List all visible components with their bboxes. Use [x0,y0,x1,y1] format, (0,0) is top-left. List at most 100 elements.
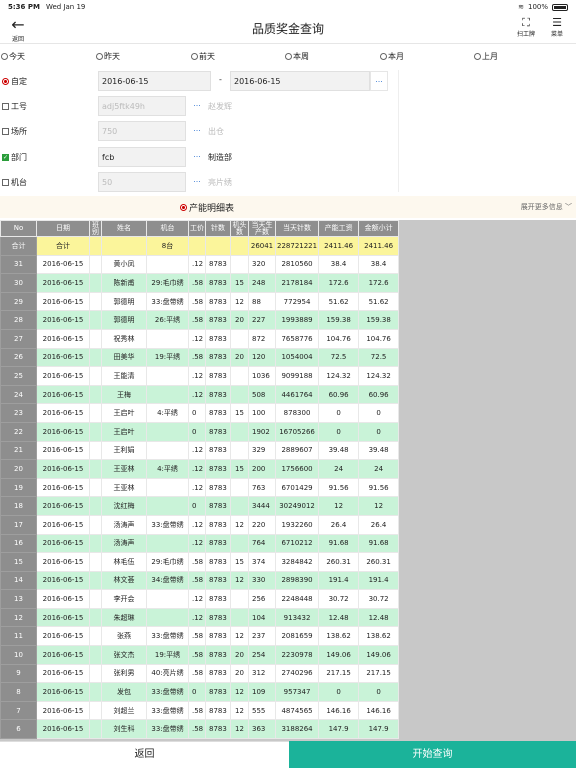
cell-date: 2016-06-15 [36,440,90,461]
site-picker-button[interactable]: ... [188,121,206,141]
worker-id-input[interactable]: adj5ftk49h [98,96,186,116]
dept-picker-button[interactable]: ... [188,147,206,167]
table-row[interactable]: 28 2016-06-15 郭德明 26:平绣 .58 8783 20 227 1993889 1… [0,310,400,330]
table-row[interactable]: 13 2016-06-15 李开会 .12 8783 256 2248448 30.72 30.… [0,589,400,609]
cell-qty: 248 [248,273,276,293]
table-row[interactable]: 11 2016-06-15 张燕 33:盘带绣 .58 8783 12 237 2081659 1… [0,626,400,647]
table-row[interactable]: 29 2016-06-15 郭德明 33:盘带绣 .58 8783 12 88 772954 51… [0,291,400,312]
table-row[interactable]: 8 2016-06-15 发包 33:盘带绣 0 8783 12 109 957347 0 0 [0,682,400,702]
cell-needles: 2889607 [274,440,320,461]
cell-subtotal: 138.62 [358,626,400,647]
cell-subtotal: 30.72 [358,589,400,609]
scan-badge-button[interactable]: ⛶ 扫工牌 [517,16,535,38]
cell-machine [146,384,189,405]
cell-qty: 320 [248,254,276,275]
table-row[interactable]: 16 2016-06-15 汤涛声 .12 8783 764 6710212 91.68 91.… [0,533,400,554]
cell-needles: 228721221 [274,236,320,256]
end-date-input[interactable]: 2016-06-15 [230,71,370,91]
table-row[interactable]: 30 2016-06-15 陈新甫 29:毛巾绣 .58 8783 15 248 2178184… [0,273,400,293]
capacity-table-container[interactable]: No 日期 班别 姓名 机台 工价 针数 机头数 当天生产数 当天针数 产能工资… [0,220,576,741]
table-row[interactable]: 24 2016-06-15 王梅 .12 8783 508 4461764 60.96 60.9… [0,384,400,405]
site-input[interactable]: 750 [98,121,186,141]
table-row[interactable]: 18 2016-06-15 沈红梅 0 8783 3444 30249012 12 12 [0,496,400,516]
machine-picker-button[interactable]: ... [188,172,206,192]
cell-date: 2016-06-15 [36,496,90,516]
table-row[interactable]: 23 2016-06-15 王启叶 4:平绣 0 8783 15 100 878300 0 0 [0,403,400,423]
option-label: 前天 [199,52,215,61]
cell-wage: 2411.46 [318,236,360,256]
cell-stitch: 8783 [205,514,231,535]
table-row[interactable]: 25 2016-06-15 王能清 .12 8783 1036 9099188 124.32 1… [0,366,400,386]
site-checkbox[interactable]: 场所 [2,126,27,137]
option-last-month[interactable]: 上月 [474,51,498,62]
option-day-before[interactable]: 前天 [191,51,215,62]
cell-heads: 20 [230,347,249,368]
cell-stitch: 8783 [205,421,231,442]
machine-checkbox[interactable]: 机台 [2,177,27,188]
cell-shift [89,533,102,554]
cell-shift [89,719,102,740]
cell-qty: 237 [248,626,276,647]
cell-shift [89,421,102,442]
table-row[interactable]: 9 2016-06-15 张利男 40:亮片绣 .58 8783 20 312 2740296 2… [0,663,400,684]
option-yesterday[interactable]: 昨天 [96,51,120,62]
table-row[interactable]: 7 2016-06-15 刘超兰 33:盘带绣 .58 8783 12 555 4874565 1… [0,700,400,721]
menu-button[interactable]: ☰ 菜单 [551,16,563,38]
table-row[interactable]: 10 2016-06-15 张文杰 19:平绣 .58 8783 20 254 2230978 1… [0,645,400,665]
col-stitch: 针数 [205,220,231,237]
option-this-week[interactable]: 本周 [285,51,309,62]
worker-checkbox[interactable]: 工号 [2,101,27,112]
cell-heads [230,421,249,442]
table-row[interactable]: 21 2016-06-15 王利娟 .12 8783 329 2889607 39.48 39.… [0,440,400,461]
table-row[interactable]: 22 2016-06-15 王启叶 0 8783 1902 16705266 0 0 [0,421,400,442]
cell-price: 0 [188,496,206,516]
start-query-button[interactable]: 开始查询 [289,741,576,768]
cell-needles: 2248448 [274,589,320,609]
dept-input[interactable]: fcb [98,147,186,167]
worker-picker-button[interactable]: ... [188,96,206,116]
cell-date: 2016-06-15 [36,347,90,368]
table-row[interactable]: 26 2016-06-15 田美华 19:平绣 .58 8783 20 120 1054004 7… [0,347,400,368]
table-row[interactable]: 14 2016-06-15 林文荟 34:盘带绣 .58 8783 12 330 2898390… [0,570,400,591]
option-today[interactable]: 今天 [1,51,25,62]
expand-more-button[interactable]: 展开更多信息 ﹀ [521,202,572,212]
table-row[interactable]: 6 2016-06-15 刘生科 33:盘带绣 .58 8783 12 363 3188264 1… [0,719,400,740]
table-row[interactable]: 12 2016-06-15 朱超琳 .12 8783 104 913432 12.48 12.4… [0,607,400,628]
cell-stitch: 8783 [205,459,231,479]
cell-wage: 60.96 [318,384,360,405]
cell-heads [230,496,249,516]
cell-wage: 146.16 [318,700,360,721]
custom-radio[interactable]: 自定 [2,76,27,87]
cell-price: .12 [188,607,206,628]
table-row[interactable]: 17 2016-06-15 汤涛声 33:盘带绣 .12 8783 12 220 1932260… [0,514,400,535]
cell-price: .58 [188,663,206,684]
col-needles: 当天针数 [274,220,320,237]
dept-checkbox[interactable]: ✓ 部门 [2,152,27,163]
cell-name: 田美华 [101,347,147,368]
table-row[interactable]: 27 2016-06-15 祝秀林 .12 8783 872 7658776 104.76 10… [0,328,400,349]
cell-machine: 33:盘带绣 [146,626,189,647]
cell-needles: 1932260 [274,514,320,535]
start-date-input[interactable]: 2016-06-15 [98,71,211,91]
table-row[interactable]: 20 2016-06-15 王亚林 4:平绣 .12 8783 15 200 1756600 24… [0,459,400,479]
cell-no: 12 [0,607,37,628]
table-row[interactable]: 19 2016-06-15 王亚林 .12 8783 763 6701429 91.56 91.… [0,477,400,498]
cell-stitch: 8783 [205,384,231,405]
cell-date: 2016-06-15 [36,589,90,609]
cell-shift [89,366,102,386]
cell-shift [89,570,102,591]
end-date-picker-button[interactable]: ... [370,71,388,91]
cell-no: 16 [0,533,37,554]
back-button[interactable]: 返回 [0,741,289,768]
table-row[interactable]: 31 2016-06-15 黄小凤 .12 8783 320 2810560 38.4 38.4 [0,254,400,275]
cell-name: 王启叶 [101,403,147,423]
col-no: No [0,220,37,237]
cell-needles: 1054004 [274,347,320,368]
option-this-month[interactable]: 本月 [380,51,404,62]
cell-subtotal: 12.48 [358,607,400,628]
cell-wage: 149.06 [318,645,360,665]
machine-input[interactable]: 50 [98,172,186,192]
table-row[interactable]: 15 2016-06-15 林毛伍 29:毛巾绣 .58 8783 15 374 3284842… [0,552,400,572]
cell-machine [146,477,189,498]
col-price: 工价 [188,220,206,237]
